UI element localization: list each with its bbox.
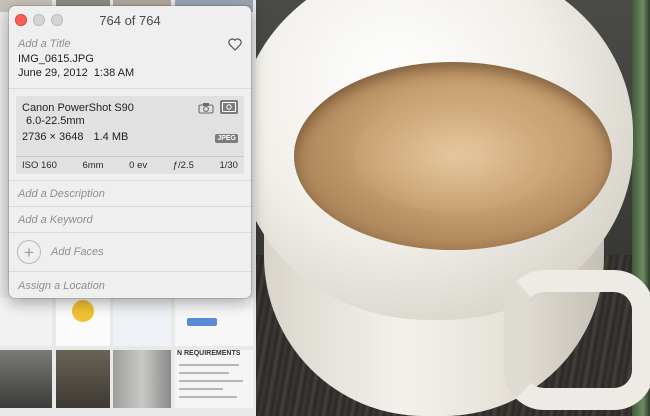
dimensions: 2736 × 3648 [22, 131, 84, 143]
format-badge: JPEG [215, 134, 238, 143]
coffee-foam [354, 102, 554, 212]
coffee [294, 62, 612, 250]
metering-icon [220, 100, 238, 114]
add-faces-label: Add Faces [51, 246, 104, 258]
description-field[interactable]: Add a Description [9, 181, 251, 207]
thumbnail-graphic [187, 318, 217, 326]
file-size: 1.4 MB [93, 131, 129, 143]
photo-thumbnail[interactable]: N REQUIREMENTS [175, 350, 253, 408]
date-time: June 29, 2012 1:38 AM [18, 67, 242, 79]
photo-thumbnail[interactable] [56, 298, 110, 346]
thumbnail-graphic [72, 300, 94, 322]
date: June 29, 2012 [18, 67, 88, 79]
add-faces-button[interactable]: + Add Faces [9, 233, 251, 272]
exif-box: Canon PowerShot S90 6.0-22.5mm 2736 × 36… [16, 96, 244, 174]
cup-handle [504, 270, 650, 410]
focal-length: 6mm [82, 160, 104, 171]
image-size: 2736 × 3648 1.4 MB [22, 131, 238, 143]
keyword-field[interactable]: Add a Keyword [9, 207, 251, 233]
plus-icon[interactable]: + [17, 240, 41, 264]
exposure-bias: 0 ev [129, 160, 148, 171]
camera-icon [198, 101, 214, 119]
photo-info-header: Add a Title IMG_0615.JPG June 29, 2012 1… [9, 34, 251, 89]
filename: IMG_0615.JPG [18, 53, 94, 65]
iso: ISO 160 [22, 160, 57, 171]
exif-section: Canon PowerShot S90 6.0-22.5mm 2736 × 36… [9, 89, 251, 181]
photo-thumbnail[interactable] [56, 350, 110, 408]
photo-thumbnail[interactable] [113, 350, 171, 408]
time: 1:38 AM [93, 67, 135, 79]
photo-thumbnail[interactable] [0, 298, 52, 346]
location-field[interactable]: Assign a Location [9, 272, 251, 298]
heart-icon[interactable] [228, 38, 242, 56]
info-panel: 764 of 764 Add a Title IMG_0615.JPG June… [9, 6, 251, 298]
photo-thumbnail[interactable] [113, 298, 171, 346]
thumbnail-heading: N REQUIREMENTS [177, 350, 241, 357]
shutter-speed: 1/30 [219, 160, 238, 171]
photo-viewer[interactable] [256, 0, 650, 416]
title-bar[interactable]: 764 of 764 [9, 6, 251, 34]
aperture: ƒ/2.5 [172, 160, 194, 171]
photo-thumbnail[interactable] [175, 298, 253, 346]
exposure-stats: ISO 160 6mm 0 ev ƒ/2.5 1/30 [16, 156, 244, 174]
window-title: 764 of 764 [99, 13, 161, 28]
title-field[interactable]: Add a Title [18, 38, 242, 50]
photo-thumbnail[interactable] [0, 350, 52, 408]
